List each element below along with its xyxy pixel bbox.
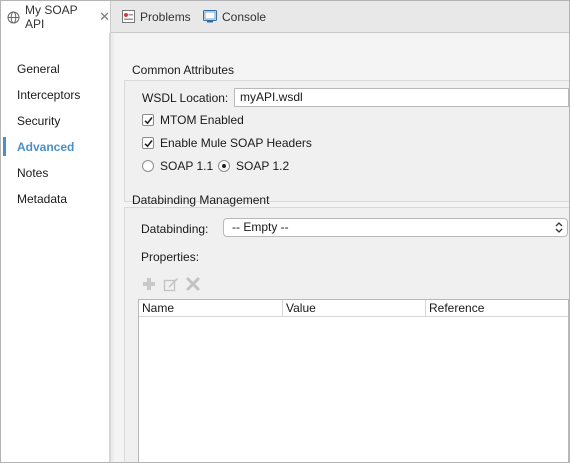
editor-window: My SOAP API ✕ Problems Console General I…: [0, 0, 570, 463]
column-header-value[interactable]: Value: [283, 300, 426, 316]
radio-circle[interactable]: [218, 160, 230, 172]
column-header-reference[interactable]: Reference: [426, 300, 568, 316]
globe-icon: [7, 10, 20, 24]
tab-label: Console: [222, 9, 267, 24]
add-icon[interactable]: [141, 276, 157, 292]
mtom-enabled-label: MTOM Enabled: [160, 113, 244, 127]
properties-label: Properties:: [141, 250, 200, 264]
tab-label: My SOAP API: [25, 3, 78, 31]
advanced-content: Common Attributes WSDL Location: MTOM En…: [114, 33, 569, 462]
databinding-select-value: -- Empty --: [232, 220, 289, 234]
tab-console[interactable]: Console: [203, 1, 266, 32]
tab-my-soap-api[interactable]: My SOAP API ✕: [1, 1, 111, 33]
console-icon: [203, 10, 217, 24]
sidebar-item-interceptors[interactable]: Interceptors: [17, 88, 80, 102]
sidebar-item-general[interactable]: General: [17, 62, 60, 76]
mule-soap-headers-checkbox[interactable]: Enable Mule SOAP Headers: [142, 136, 312, 150]
radio-selected-dot: [222, 164, 226, 168]
tab-problems[interactable]: Problems: [121, 1, 191, 32]
problems-icon: [121, 10, 135, 24]
common-attributes-title: Common Attributes: [132, 63, 235, 77]
chevron-updown-icon: [555, 222, 563, 233]
sidebar-item-advanced[interactable]: Advanced: [17, 140, 74, 154]
sidebar-item-metadata[interactable]: Metadata: [17, 192, 67, 206]
tab-bar: My SOAP API ✕ Problems Console: [1, 1, 569, 33]
tab-label: Problems: [140, 9, 191, 24]
delete-icon[interactable]: [185, 276, 201, 292]
checkbox-box[interactable]: [142, 114, 154, 126]
databinding-management-title: Databinding Management: [132, 193, 270, 207]
wsdl-location-input[interactable]: [234, 88, 569, 107]
properties-table[interactable]: Name Value Reference: [138, 299, 569, 462]
sidebar-item-notes[interactable]: Notes: [17, 166, 48, 180]
sidebar-active-indicator: [3, 137, 6, 156]
wsdl-location-label: WSDL Location:: [142, 91, 229, 105]
mule-soap-headers-label: Enable Mule SOAP Headers: [160, 136, 312, 150]
radio-circle[interactable]: [142, 160, 154, 172]
soap-1-1-radio[interactable]: SOAP 1.1: [142, 159, 213, 173]
soap-1-2-label: SOAP 1.2: [236, 159, 290, 173]
sidebar-item-security[interactable]: Security: [17, 114, 60, 128]
checkbox-box[interactable]: [142, 137, 154, 149]
table-header: Name Value Reference: [139, 300, 568, 317]
edit-icon[interactable]: [163, 276, 179, 292]
column-header-name[interactable]: Name: [139, 300, 283, 316]
soap-1-1-label: SOAP 1.1: [160, 159, 214, 173]
soap-1-2-radio[interactable]: SOAP 1.2: [218, 159, 289, 173]
mtom-enabled-checkbox[interactable]: MTOM Enabled: [142, 113, 244, 127]
close-icon[interactable]: ✕: [99, 9, 110, 25]
databinding-label: Databinding:: [141, 222, 209, 236]
databinding-select[interactable]: -- Empty --: [223, 218, 568, 237]
